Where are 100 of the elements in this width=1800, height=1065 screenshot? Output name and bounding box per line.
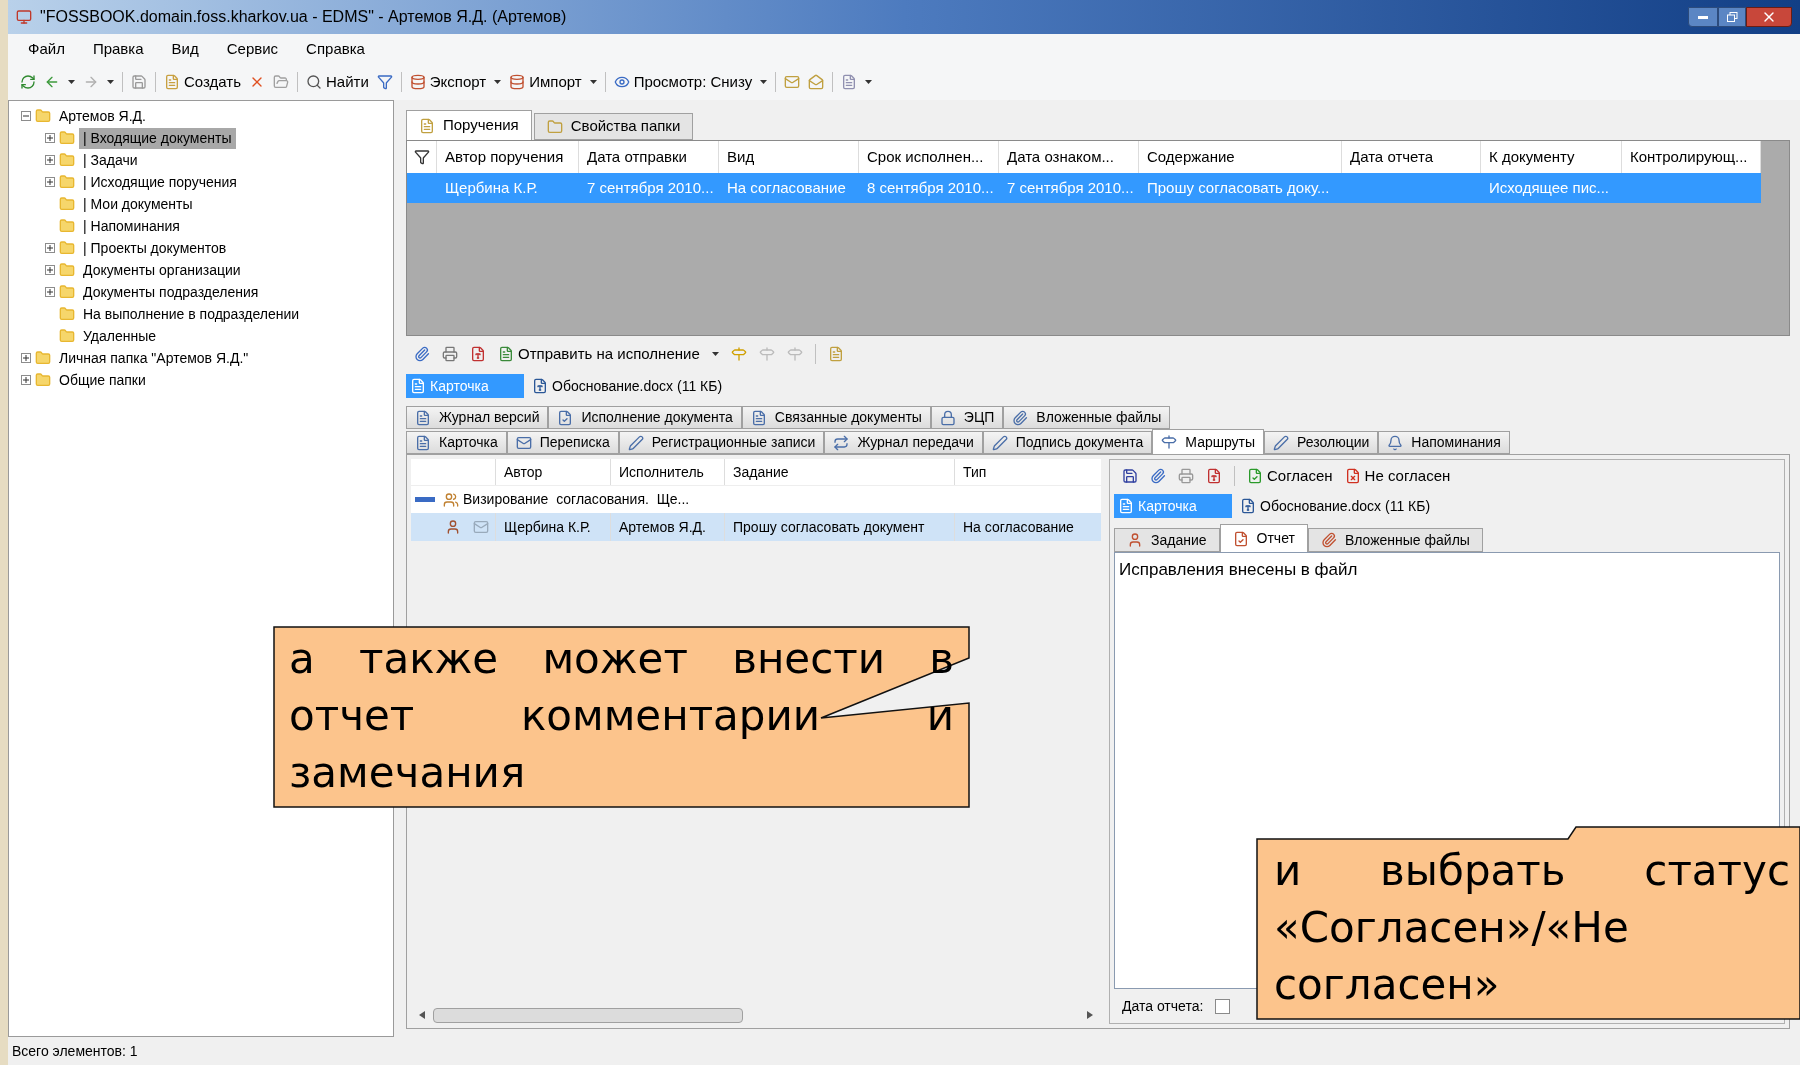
menu-item[interactable]: Правка: [92, 37, 144, 61]
tree-toggle-icon[interactable]: [45, 243, 55, 253]
tab[interactable]: Связанные документы: [741, 406, 931, 429]
folder-icon: [35, 350, 51, 366]
document-cross-icon: [1344, 468, 1361, 484]
card-icon: [410, 378, 426, 394]
agree-button[interactable]: Согласен: [1247, 464, 1333, 488]
tab[interactable]: Вложенные файлы: [1003, 406, 1171, 429]
find-button[interactable]: Найти: [306, 70, 369, 94]
tree-toggle-icon[interactable]: [45, 155, 55, 165]
group-label: Визирование согласования. Ще...: [463, 490, 690, 509]
view-button[interactable]: Просмотр: Снизу: [613, 70, 753, 94]
scroll-left-arrow-icon[interactable]: [419, 1011, 425, 1019]
pdf-icon[interactable]: [470, 346, 486, 362]
print-icon[interactable]: [442, 346, 458, 362]
menu-item[interactable]: Справка: [306, 37, 365, 61]
scroll-right-arrow-icon[interactable]: [1087, 1011, 1093, 1019]
tab[interactable]: Журнал версий: [406, 406, 549, 429]
dropdown-caret-icon[interactable]: [107, 80, 114, 84]
tab[interactable]: Исполнение документа: [548, 406, 742, 429]
tree-item[interactable]: На выполнение в подразделении: [79, 303, 304, 325]
folder-icon: [35, 372, 51, 388]
tab[interactable]: Маршруты: [1152, 429, 1265, 454]
tree-item[interactable]: Удаленные: [79, 325, 161, 347]
tab-icon: [1273, 434, 1290, 451]
refresh-icon[interactable]: [20, 74, 36, 90]
send-for-execution-button[interactable]: Отправить на исполнение: [498, 342, 700, 366]
save-icon[interactable]: [1122, 468, 1138, 484]
tab[interactable]: Напоминания: [1378, 431, 1510, 454]
tree-toggle-icon[interactable]: [45, 177, 55, 187]
folder-icon: [59, 218, 75, 234]
tree-item[interactable]: | Проекты документов: [79, 237, 231, 259]
pdf-icon[interactable]: [1206, 468, 1222, 484]
dropdown-caret-icon[interactable]: [494, 80, 502, 84]
tree-toggle-icon[interactable]: [45, 265, 55, 275]
tree-item[interactable]: Общие папки: [55, 369, 150, 391]
tree-item[interactable]: | Входящие документы: [79, 127, 236, 149]
dropdown-caret-icon[interactable]: [711, 352, 719, 356]
maximize-button[interactable]: [1718, 7, 1746, 27]
status-text: Всего элементов: 1: [12, 1041, 138, 1061]
filter-icon[interactable]: [376, 74, 393, 90]
disagree-button[interactable]: Не согласен: [1344, 464, 1451, 488]
import-button[interactable]: Импорт: [509, 70, 582, 94]
tree-toggle-icon[interactable]: [45, 133, 55, 143]
tree-item[interactable]: | Исходящие поручения: [79, 171, 241, 193]
paperclip-icon[interactable]: [1150, 468, 1166, 484]
document-icon: [1240, 498, 1256, 514]
tab[interactable]: Поручения: [406, 110, 532, 140]
paperclip-icon[interactable]: [414, 346, 430, 362]
menu-item[interactable]: Файл: [28, 37, 65, 61]
document-check-icon: [1247, 468, 1263, 484]
tree-item[interactable]: Личная папка "Артемов Я.Д.": [55, 347, 253, 369]
table-cell: Артемов Я.Д.: [610, 513, 724, 541]
tree-item[interactable]: | Мои документы: [79, 193, 197, 215]
menu-item[interactable]: Сервис: [226, 37, 279, 61]
task-icon: [419, 117, 435, 134]
paperclip-icon: [1320, 532, 1337, 548]
documents-icon[interactable]: [841, 74, 858, 90]
tree-toggle-icon[interactable]: [21, 353, 31, 363]
tree-item[interactable]: Документы организации: [79, 259, 245, 281]
table-cell: Прошу согласовать документ: [724, 513, 954, 541]
group-collapse-icon[interactable]: [415, 496, 435, 503]
tree-item[interactable]: Документы подразделения: [79, 281, 263, 303]
attachment-item[interactable]: Обоснование.docx (11 КБ): [528, 374, 727, 398]
tab[interactable]: Вложенные файлы: [1307, 528, 1483, 552]
dropdown-caret-icon[interactable]: [68, 80, 75, 84]
dropdown-caret-icon[interactable]: [865, 80, 873, 84]
folder-icon: [546, 118, 563, 135]
table-cell-text: 7 сентября 2010...: [1006, 177, 1135, 198]
minimize-button[interactable]: [1688, 7, 1718, 27]
tab-icon: [415, 409, 431, 426]
dropdown-caret-icon[interactable]: [589, 80, 597, 84]
attachment-item[interactable]: Обоснование.docx (11 КБ): [1236, 494, 1435, 518]
tab[interactable]: Подпись документа: [982, 431, 1153, 454]
tab[interactable]: Карточка: [406, 431, 507, 454]
tab[interactable]: Переписка: [506, 431, 619, 454]
create-button[interactable]: Создать: [164, 70, 241, 94]
tab[interactable]: Резолюции: [1264, 431, 1379, 454]
close-button[interactable]: [1746, 7, 1792, 27]
tab[interactable]: Журнал передачи: [824, 431, 983, 454]
menu-item[interactable]: Вид: [171, 37, 199, 61]
tab[interactable]: ЭЦП: [930, 406, 1004, 429]
tree-toggle-icon[interactable]: [21, 375, 31, 385]
date-checkbox[interactable]: [1215, 998, 1231, 1014]
tab[interactable]: Регистрационные записи: [618, 431, 825, 454]
tree-item[interactable]: | Напоминания: [79, 215, 184, 237]
tree-toggle-icon[interactable]: [21, 111, 31, 121]
tab-icon: [991, 434, 1008, 451]
tree-toggle-icon[interactable]: [45, 287, 55, 297]
tree-item[interactable]: | Задачи: [79, 149, 142, 171]
send-document-icon: [498, 346, 514, 362]
tab[interactable]: Свойства папки: [533, 113, 694, 140]
tab[interactable]: Отчет: [1219, 524, 1308, 552]
folder-icon: [59, 152, 75, 168]
tab[interactable]: Задание: [1114, 528, 1220, 552]
dropdown-caret-icon[interactable]: [760, 80, 768, 84]
export-button[interactable]: Экспорт: [409, 70, 487, 94]
tree-item[interactable]: Артемов Я.Д.: [55, 105, 150, 127]
table-cell-text: 8 сентября 2010...: [866, 177, 995, 198]
grid-row[interactable]: Щербина К.Р. Артемов Я.Д. Прошу согласовать документ На согласование: [411, 513, 1101, 541]
